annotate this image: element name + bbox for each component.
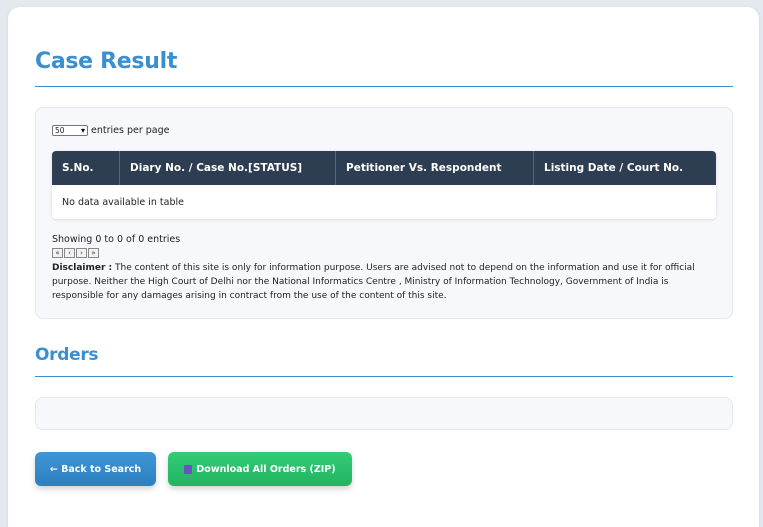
next-page-button[interactable]: › <box>76 248 87 258</box>
disclaimer-label: Disclaimer : <box>52 263 113 273</box>
entries-select[interactable]: 50 ▾ <box>52 125 88 136</box>
divider <box>35 376 733 377</box>
column-header-listing-date[interactable]: Listing Date / Court No. <box>534 151 716 185</box>
download-all-orders-button[interactable]: Download All Orders (ZIP) <box>168 452 352 486</box>
disclaimer-text: The content of this site is only for inf… <box>52 263 695 301</box>
column-header-case-no[interactable]: Diary No. / Case No.[STATUS] <box>120 151 336 185</box>
entries-per-page: 50 ▾ entries per page <box>52 125 169 136</box>
orders-title: Orders <box>35 345 99 365</box>
back-to-search-button[interactable]: ← Back to Search <box>35 452 156 486</box>
case-result-panel: 50 ▾ entries per page S.No. Diary No. / … <box>35 107 733 319</box>
case-result-title: Case Result <box>35 49 178 74</box>
first-page-button[interactable]: « <box>52 248 63 258</box>
page-card: Case Result 50 ▾ entries per page S.No. … <box>8 7 759 527</box>
back-to-search-label: ← Back to Search <box>49 463 142 475</box>
divider <box>35 86 733 87</box>
entries-label: entries per page <box>91 125 170 136</box>
pagination: « ‹ › » <box>52 248 99 258</box>
chevron-down-icon: ▾ <box>80 126 85 135</box>
last-page-button[interactable]: » <box>88 248 99 258</box>
prev-page-button[interactable]: ‹ <box>64 248 75 258</box>
orders-panel <box>35 397 733 430</box>
showing-entries-info: Showing 0 to 0 of 0 entries <box>52 234 181 245</box>
column-header-sno[interactable]: S.No. <box>52 151 120 185</box>
table-header: S.No. Diary No. / Case No.[STATUS] Petit… <box>52 151 716 185</box>
disclaimer: Disclaimer : The content of this site is… <box>52 261 720 303</box>
entries-select-value: 50 <box>55 126 65 135</box>
download-all-orders-label: Download All Orders (ZIP) <box>196 463 336 475</box>
package-icon <box>184 464 193 474</box>
column-header-parties[interactable]: Petitioner Vs. Respondent <box>336 151 534 185</box>
results-table: S.No. Diary No. / Case No.[STATUS] Petit… <box>52 151 716 219</box>
empty-table-message: No data available in table <box>62 197 184 208</box>
